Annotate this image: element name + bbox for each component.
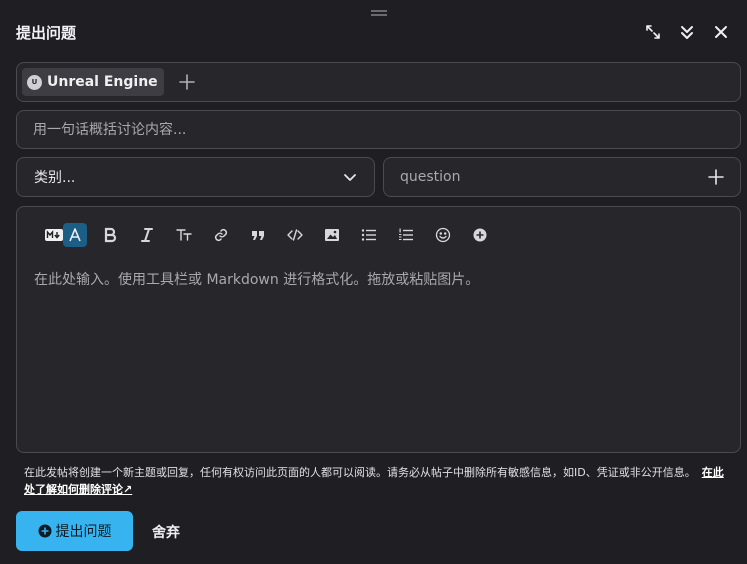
submit-question-button[interactable]: 提出问题 bbox=[16, 511, 133, 551]
submit-label: 提出问题 bbox=[55, 524, 112, 540]
notice-text: 在此发帖将创建一个新主题或回复，任何有权访问此页面的人都可以阅读。请务必从帖子中… bbox=[24, 466, 696, 479]
tag-chip-label: Unreal Engine bbox=[47, 74, 158, 90]
topic-title-field bbox=[16, 110, 741, 149]
discard-button[interactable]: 舍弃 bbox=[152, 522, 180, 542]
tag-selector[interactable]: U Unreal Engine bbox=[16, 62, 741, 102]
add-tag-plus-icon[interactable] bbox=[708, 169, 724, 185]
topic-title-input[interactable] bbox=[17, 111, 740, 148]
dialog-header: 提出问题 bbox=[16, 18, 731, 46]
text-size-icon[interactable] bbox=[173, 224, 195, 246]
plus-circle-icon bbox=[38, 524, 51, 538]
emoji-icon[interactable] bbox=[432, 224, 454, 246]
italic-icon[interactable] bbox=[136, 224, 158, 246]
plus-icon[interactable] bbox=[178, 73, 196, 91]
tag-input[interactable] bbox=[384, 158, 740, 196]
quote-icon[interactable] bbox=[247, 224, 269, 246]
image-icon[interactable] bbox=[321, 224, 343, 246]
expand-arrows-icon[interactable] bbox=[643, 22, 663, 42]
code-icon[interactable] bbox=[284, 224, 306, 246]
tag-chip-unreal-engine[interactable]: U Unreal Engine bbox=[22, 68, 164, 96]
rich-text-mode-icon[interactable] bbox=[63, 223, 87, 247]
drag-handle[interactable] bbox=[371, 10, 387, 16]
chevron-down-icon bbox=[344, 174, 356, 181]
category-selected: 类别... bbox=[34, 170, 76, 186]
double-chevron-down-icon[interactable] bbox=[677, 22, 697, 42]
bullet-list-icon[interactable] bbox=[358, 224, 380, 246]
close-icon[interactable] bbox=[711, 22, 731, 42]
dialog-title: 提出问题 bbox=[16, 23, 77, 42]
markdown-mode-icon[interactable] bbox=[45, 224, 63, 246]
tag-input-field bbox=[383, 157, 741, 197]
editor-body[interactable]: 在此处输入。使用工具栏或 Markdown 进行格式化。拖放或粘贴图片。 bbox=[34, 269, 723, 442]
unreal-engine-icon: U bbox=[27, 74, 42, 90]
numbered-list-icon[interactable] bbox=[395, 224, 417, 246]
editor-toolbar bbox=[45, 223, 506, 247]
header-actions bbox=[643, 22, 731, 42]
insert-plus-icon[interactable] bbox=[469, 224, 491, 246]
link-icon[interactable] bbox=[210, 224, 232, 246]
post-editor: 在此处输入。使用工具栏或 Markdown 进行格式化。拖放或粘贴图片。 bbox=[16, 206, 741, 453]
privacy-notice: 在此发帖将创建一个新主题或回复，任何有权访问此页面的人都可以阅读。请务必从帖子中… bbox=[24, 464, 724, 498]
category-dropdown[interactable]: 类别... bbox=[16, 157, 375, 197]
bold-icon[interactable] bbox=[99, 224, 121, 246]
